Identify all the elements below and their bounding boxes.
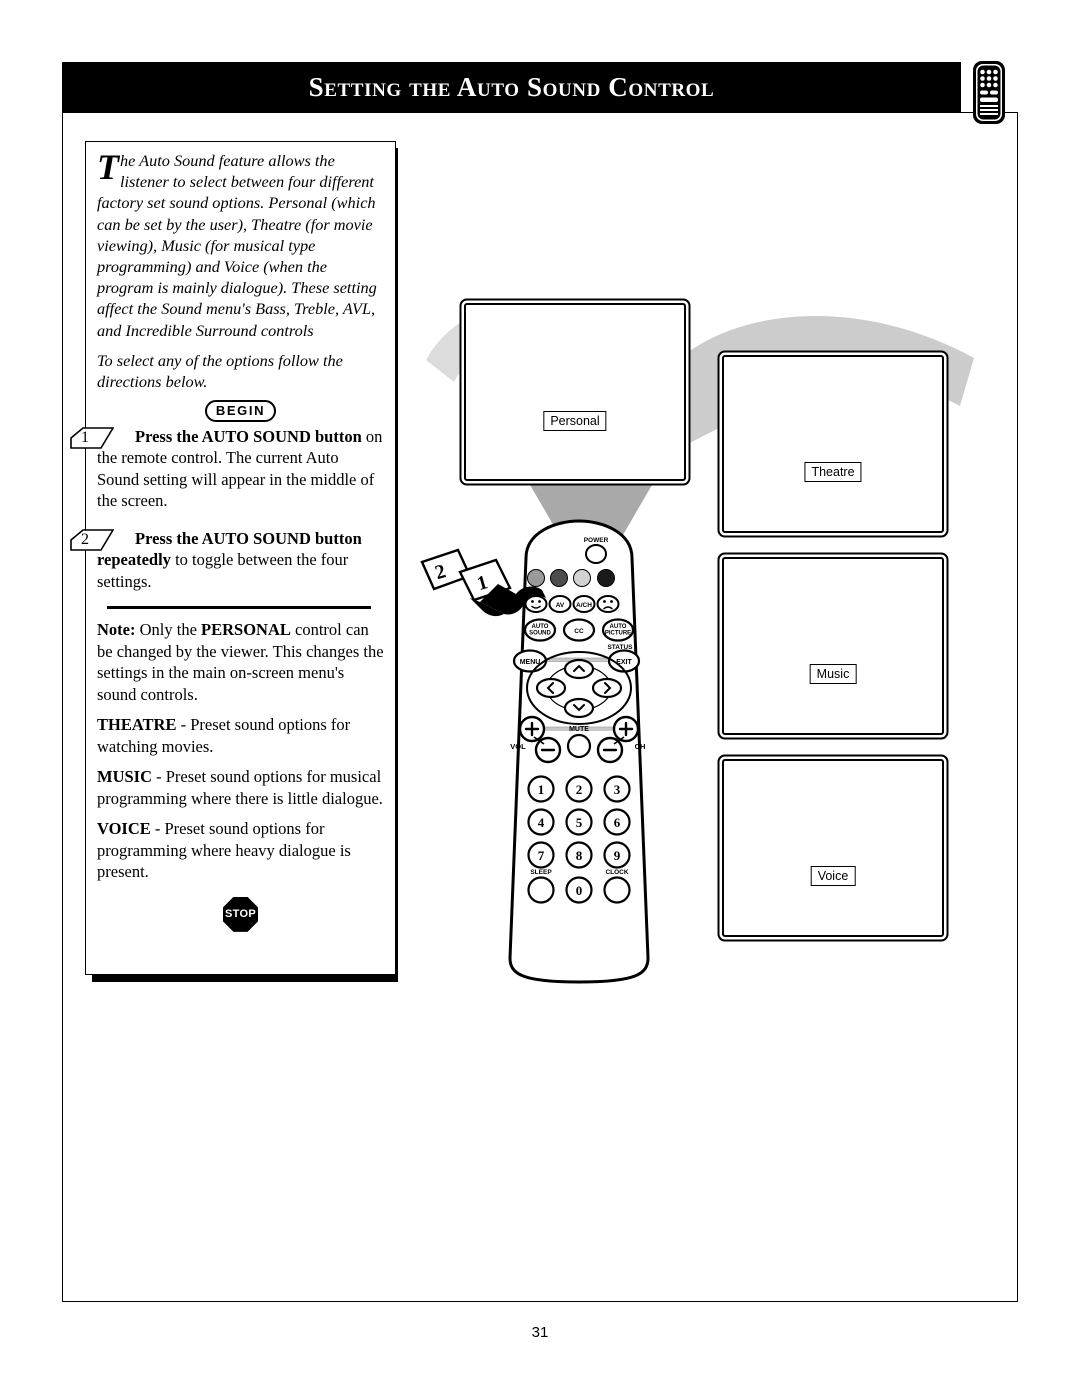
tv-screen-music: Music bbox=[722, 557, 944, 735]
page-number: 31 bbox=[531, 1324, 549, 1341]
definition-theatre-term: THEATRE bbox=[97, 715, 177, 735]
remote-cursor-down-button bbox=[563, 697, 595, 719]
remote-clock-label: CLOCK bbox=[605, 869, 628, 876]
svg-text:4: 4 bbox=[538, 815, 545, 830]
svg-text:2: 2 bbox=[576, 782, 583, 797]
intro-paragraph: The Auto Sound feature allows the listen… bbox=[97, 147, 384, 341]
svg-text:3: 3 bbox=[614, 782, 621, 797]
remote-cursor-right-button bbox=[591, 677, 623, 699]
osd-label-personal: Personal bbox=[543, 411, 607, 431]
remote-sleep-label: SLEEP bbox=[530, 869, 552, 876]
begin-badge: BEGIN bbox=[204, 399, 277, 422]
remote-sad-face-icon bbox=[596, 595, 620, 613]
page-header-bar: Setting the Auto Sound Control bbox=[62, 62, 961, 112]
svg-text:6: 6 bbox=[614, 815, 621, 830]
remote-ach-button: A/CH bbox=[572, 595, 596, 613]
remote-power-label: POWER bbox=[584, 537, 609, 544]
step-2-number: 2 bbox=[81, 530, 89, 548]
intro-paragraph-2: To select any of the options follow the … bbox=[97, 350, 343, 392]
svg-text:MENU: MENU bbox=[520, 659, 541, 666]
remote-cc-button: CC bbox=[562, 618, 596, 642]
remote-mute-label: MUTE bbox=[569, 726, 589, 733]
intro-paragraph-text: he Auto Sound feature allows the listene… bbox=[97, 151, 377, 340]
step-1: 1 Press the AUTO SOUND button on the rem… bbox=[70, 426, 384, 512]
step-2-bold: Press the AUTO SOUND button bbox=[135, 528, 362, 548]
remote-control-icon bbox=[973, 61, 1005, 124]
note-text-before: Only the bbox=[135, 620, 202, 640]
remote-volume-up-button bbox=[518, 715, 546, 743]
svg-text:AUTO: AUTO bbox=[610, 624, 627, 630]
step-2: 2 Press the AUTO SOUND button repeatedly… bbox=[70, 528, 384, 593]
osd-label-music: Music bbox=[809, 664, 857, 684]
definition-voice: VOICE - Preset sound options for program… bbox=[97, 818, 384, 883]
tv-screen-theatre: Theatre bbox=[722, 355, 944, 533]
note-bold: PERSONAL bbox=[201, 620, 291, 640]
stop-badge: STOP bbox=[223, 896, 258, 932]
definition-voice-term: VOICE bbox=[97, 819, 151, 839]
definition-music: MUSIC - Preset sound options for musical… bbox=[97, 766, 384, 809]
svg-text:5: 5 bbox=[576, 815, 583, 830]
remote-auto-picture-button: AUTO PICTURE bbox=[601, 618, 635, 642]
section-divider bbox=[107, 606, 371, 610]
remote-ch-label: CH bbox=[635, 742, 646, 751]
tv-screen-personal: Personal bbox=[464, 303, 686, 481]
note-paragraph: Note: Only the PERSONAL control can be c… bbox=[97, 619, 384, 705]
svg-text:A/CH: A/CH bbox=[576, 602, 592, 609]
note-label: Note: bbox=[97, 620, 136, 640]
step-1-body: Press the AUTO SOUND button on the remot… bbox=[97, 426, 384, 512]
step-1-number: 1 bbox=[81, 428, 89, 446]
osd-label-theatre: Theatre bbox=[804, 462, 862, 482]
step-2-bold-2: repeatedly bbox=[97, 550, 171, 570]
svg-text:CC: CC bbox=[574, 628, 584, 635]
remote-cursor-up-button bbox=[563, 658, 595, 680]
remote-sleep-button bbox=[527, 876, 555, 904]
definition-music-term: MUSIC bbox=[97, 767, 153, 787]
remote-cursor-left-button bbox=[535, 677, 567, 699]
step-2-body: Press the AUTO SOUND button repeatedly t… bbox=[97, 528, 384, 593]
intro-dropcap: T bbox=[97, 147, 119, 187]
page-title: Setting the Auto Sound Control bbox=[308, 71, 715, 102]
svg-text:0: 0 bbox=[576, 883, 583, 898]
remote-channel-up-button bbox=[612, 715, 640, 743]
instruction-panel: The Auto Sound feature allows the listen… bbox=[70, 141, 396, 975]
stop-badge-row: STOP bbox=[97, 896, 384, 932]
step-1-bold: Press the AUTO SOUND button bbox=[135, 426, 362, 446]
svg-text:9: 9 bbox=[614, 848, 621, 863]
svg-text:PICTURE: PICTURE bbox=[605, 631, 631, 637]
remote-clock-button bbox=[603, 876, 631, 904]
svg-text:AV: AV bbox=[556, 602, 565, 609]
pointing-hand-callout: 2 1 bbox=[420, 548, 546, 617]
tv-screen-voice: Voice bbox=[722, 759, 944, 937]
remote-vol-label: VOL bbox=[510, 742, 526, 751]
svg-text:8: 8 bbox=[576, 848, 583, 863]
remote-mute-button bbox=[566, 733, 592, 759]
begin-badge-row: BEGIN bbox=[97, 399, 384, 422]
remote-av-button: AV bbox=[548, 595, 572, 613]
svg-text:1: 1 bbox=[538, 782, 545, 797]
osd-label-voice: Voice bbox=[810, 866, 856, 886]
definition-theatre: THEATRE - Preset sound options for watch… bbox=[97, 714, 384, 757]
svg-text:7: 7 bbox=[538, 848, 545, 863]
